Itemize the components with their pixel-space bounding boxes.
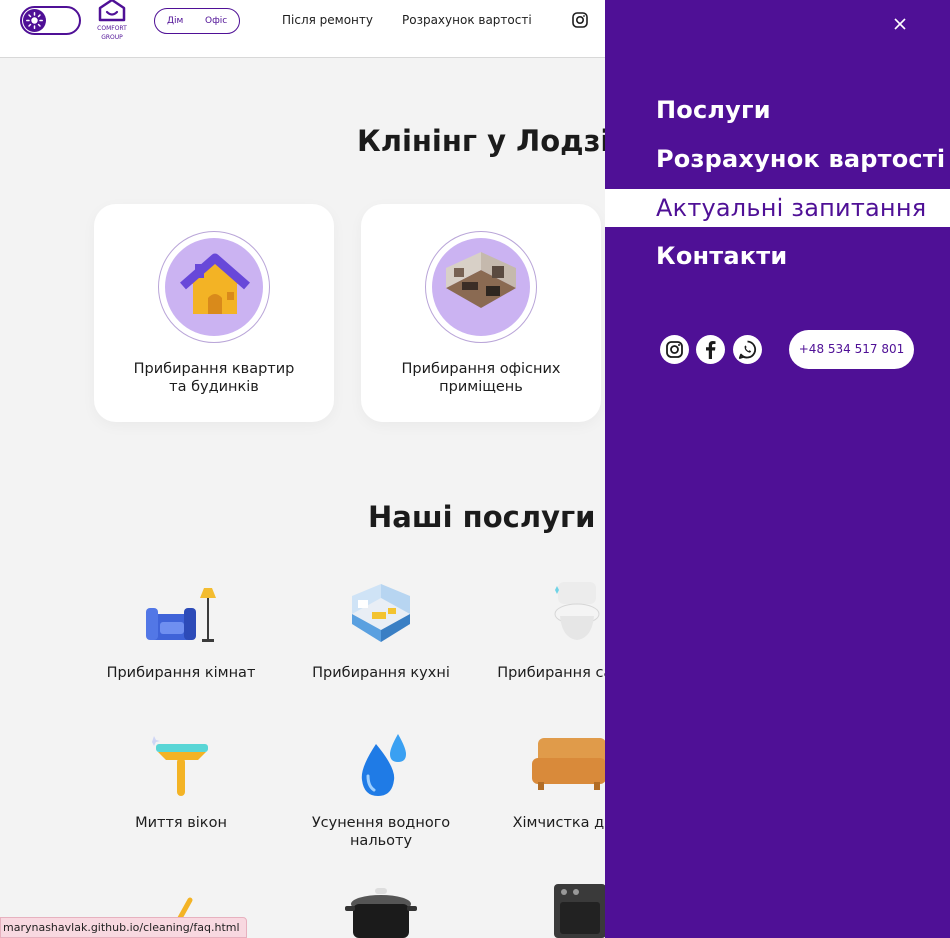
instagram-icon[interactable]: [660, 335, 689, 364]
segment-home[interactable]: Дім: [167, 16, 183, 26]
card-label: Прибирання офісних приміщень: [401, 361, 561, 395]
close-icon[interactable]: [891, 15, 909, 33]
oven-icon: [554, 884, 606, 938]
whatsapp-icon[interactable]: [733, 335, 762, 364]
hero-title: Клінінг у Лодзі: [357, 124, 611, 158]
theme-toggle[interactable]: [20, 6, 81, 35]
facebook-icon[interactable]: [696, 335, 725, 364]
couch-icon: [532, 738, 606, 790]
window-squeegee-icon: [152, 736, 208, 796]
card-image-ring: [158, 231, 270, 343]
services-title: Наші послуги: [368, 500, 596, 534]
nav-after-renovation[interactable]: Після ремонту: [282, 13, 373, 27]
instagram-icon[interactable]: [572, 12, 588, 28]
service-label: Усунення водного нальоту: [311, 815, 451, 849]
card-apartment-cleaning[interactable]: Прибирання квартир та будинків: [94, 204, 334, 422]
menu-item-price-calc[interactable]: Розрахунок вартості: [605, 140, 950, 178]
service-label: Миття вікон: [135, 815, 227, 831]
site-logo[interactable]: COMFORT GROUP: [93, 0, 131, 44]
sofa-lamp-icon: [146, 588, 216, 642]
card-label: Прибирання квартир та будинків: [133, 361, 295, 395]
water-drops-icon: [361, 734, 406, 796]
kitchen-icon: [352, 584, 410, 642]
side-menu: Послуги Розрахунок вартості Актуальні за…: [605, 0, 950, 938]
house-logo-icon: [98, 0, 126, 22]
status-bar-url: marynashavlak.github.io/cleaning/faq.htm…: [0, 917, 247, 938]
pot-icon: [345, 888, 417, 938]
nav-price-calc[interactable]: Розрахунок вартості: [402, 13, 532, 27]
service-label: Прибирання кухні: [312, 665, 450, 681]
office-room-icon: [432, 238, 530, 336]
menu-item-contacts[interactable]: Контакти: [605, 237, 950, 275]
card-office-cleaning[interactable]: Прибирання офісних приміщень: [361, 204, 601, 422]
service-label: Прибирання кімнат: [106, 665, 256, 681]
menu-item-faq[interactable]: Актуальні запитання: [605, 189, 950, 227]
logo-text-line2: GROUP: [101, 34, 123, 41]
menu-item-services[interactable]: Послуги: [605, 91, 950, 129]
house-icon: [165, 238, 263, 336]
toilet-icon: [554, 582, 600, 640]
card-image-ring: [425, 231, 537, 343]
logo-text-line1: COMFORT: [97, 25, 127, 32]
home-office-switch[interactable]: Дім Офіс: [154, 8, 240, 34]
phone-button[interactable]: +48 534 517 801: [789, 330, 914, 369]
segment-office[interactable]: Офіс: [205, 16, 227, 26]
sun-icon: [23, 9, 46, 32]
